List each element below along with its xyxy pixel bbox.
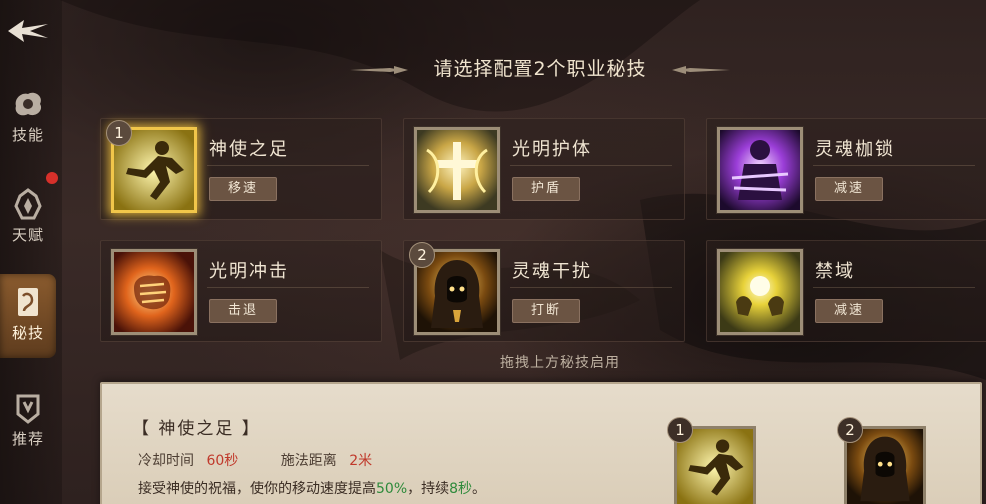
ornament-left-icon bbox=[350, 66, 408, 74]
skill-name: 光明护体 bbox=[512, 139, 592, 160]
equipped-slot-2[interactable]: 2 bbox=[837, 417, 926, 504]
skill-icon-frame: 2 bbox=[409, 242, 500, 335]
nav-item-talent[interactable]: 天赋 bbox=[0, 186, 56, 270]
skill-card-soul-disrupt[interactable]: 2 灵魂干扰 打断 bbox=[403, 240, 685, 342]
secret-skill-icon bbox=[18, 288, 38, 316]
skill-tag: 击退 bbox=[209, 299, 277, 323]
skill-card-holy-guard[interactable]: 光明护体 护盾 bbox=[403, 118, 685, 220]
skill-name: 灵魂干扰 bbox=[512, 261, 592, 282]
nav-item-skill[interactable]: 技能 bbox=[0, 86, 56, 170]
skill-icon bbox=[15, 92, 42, 116]
skill-name: 禁域 bbox=[815, 261, 855, 282]
glowing-hands-icon bbox=[720, 252, 800, 332]
divider bbox=[813, 165, 975, 166]
page-title: 请选择配置2个职业秘技 bbox=[433, 58, 647, 80]
skill-detail-panel: 【 神使之足 】 冷却时间 60秒 施法距离 2米 接受神使的祝福，使你的移动速… bbox=[100, 382, 982, 504]
skill-card-divine-feet[interactable]: 1 神使之足 移速 bbox=[100, 118, 382, 220]
skill-card-holy-strike[interactable]: 光明冲击 击退 bbox=[100, 240, 382, 342]
desc-text: 接受神使的祝福，使你的移动速度提高 bbox=[138, 481, 376, 497]
slot-badge: 2 bbox=[837, 417, 863, 443]
divider bbox=[813, 287, 975, 288]
skill-name: 神使之足 bbox=[209, 139, 289, 160]
cooldown-label: 冷却时间 bbox=[138, 453, 194, 469]
range-value: 2米 bbox=[349, 453, 373, 469]
desc-text: 。 bbox=[472, 481, 487, 497]
skill-tag: 减速 bbox=[815, 177, 883, 201]
skill-tag: 护盾 bbox=[512, 177, 580, 201]
skill-icon-frame bbox=[414, 127, 500, 213]
drag-hint: 拖拽上方秘技启用 bbox=[500, 355, 620, 371]
order-badge: 1 bbox=[106, 120, 132, 146]
fiery-fist-icon bbox=[114, 252, 194, 332]
page-header: 请选择配置2个职业秘技 bbox=[340, 52, 740, 86]
order-badge: 2 bbox=[409, 242, 435, 268]
nav-label: 技能 bbox=[11, 126, 44, 144]
desc-percent: 50% bbox=[376, 481, 408, 497]
talent-icon bbox=[14, 188, 42, 220]
detail-stats: 冷却时间 60秒 施法距离 2米 bbox=[138, 450, 380, 470]
nav-label: 推荐 bbox=[11, 430, 44, 448]
side-nav: 技能 天赋 秘技 推荐 bbox=[0, 0, 62, 504]
desc-text: ，持续 bbox=[407, 481, 450, 497]
desc-duration: 8秒 bbox=[449, 481, 473, 497]
nav-item-recommend[interactable]: 推荐 bbox=[0, 390, 56, 474]
nav-label: 天赋 bbox=[11, 226, 44, 244]
skill-card-forbidden-zone[interactable]: 禁域 减速 bbox=[706, 240, 986, 342]
recommend-icon bbox=[16, 394, 40, 424]
divider bbox=[207, 165, 369, 166]
skill-tag: 移速 bbox=[209, 177, 277, 201]
nav-label: 秘技 bbox=[11, 324, 44, 342]
equipped-slot-1[interactable]: 1 bbox=[667, 417, 756, 504]
holy-cross-icon bbox=[417, 130, 497, 210]
skill-tag: 减速 bbox=[815, 299, 883, 323]
skill-icon-frame bbox=[717, 127, 803, 213]
divider bbox=[207, 287, 369, 288]
running-figure-icon bbox=[677, 429, 753, 504]
ornament-right-icon bbox=[672, 66, 730, 74]
back-arrow-icon[interactable] bbox=[4, 14, 52, 48]
skill-name: 光明冲击 bbox=[209, 261, 289, 282]
cooldown-value: 60秒 bbox=[206, 453, 239, 469]
slot-badge: 1 bbox=[667, 417, 693, 443]
skill-icon-frame bbox=[111, 249, 197, 335]
range-label: 施法距离 bbox=[280, 453, 337, 469]
hooded-figure-icon bbox=[847, 429, 923, 504]
soul-chain-icon bbox=[720, 130, 800, 210]
divider bbox=[510, 165, 672, 166]
skill-card-soul-shackle[interactable]: 灵魂枷锁 减速 bbox=[706, 118, 986, 220]
detail-description: 接受神使的祝福，使你的移动速度提高50%，持续8秒。 bbox=[138, 478, 486, 498]
nav-item-secret-skill[interactable]: 秘技 bbox=[0, 274, 56, 358]
skill-icon-frame: 1 bbox=[106, 120, 197, 213]
divider bbox=[510, 287, 672, 288]
skill-icon-frame bbox=[717, 249, 803, 335]
skill-name: 灵魂枷锁 bbox=[815, 139, 895, 160]
detail-title: 【 神使之足 】 bbox=[132, 419, 261, 439]
notification-dot bbox=[46, 172, 58, 184]
skill-tag: 打断 bbox=[512, 299, 580, 323]
